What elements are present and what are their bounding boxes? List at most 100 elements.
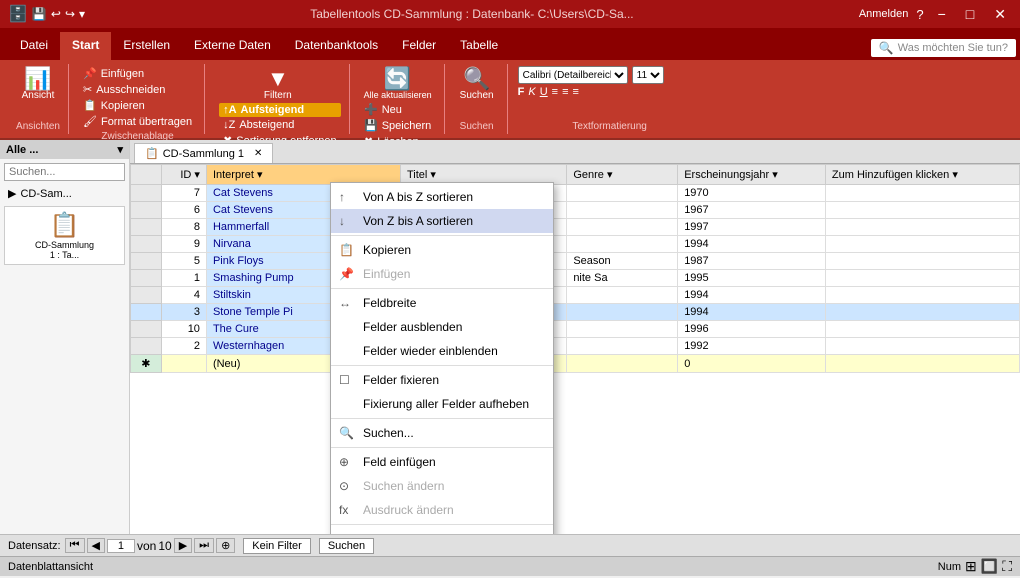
table-row[interactable]: 10The Cure1996 (131, 321, 1020, 338)
font-size-select[interactable]: 11 (632, 66, 664, 84)
tab-close-button[interactable]: ✕ (254, 148, 262, 159)
nav-dropdown-icon[interactable]: ▾ (117, 143, 123, 156)
table-row[interactable]: 6Cat Stevens1967 (131, 202, 1020, 219)
filtern-button[interactable]: ▼ Filtern (256, 66, 300, 103)
filter-button[interactable]: Kein Filter (243, 538, 311, 554)
ctx-item-insert-field[interactable]: ⊕Feld einfügen (331, 450, 553, 474)
ctx-item-rename-field[interactable]: ✎Feld umbenennen (331, 527, 553, 534)
record-current-input[interactable] (107, 539, 135, 553)
nav-last-button[interactable]: ⏭ (194, 538, 214, 553)
tab-externe-daten[interactable]: Externe Daten (182, 32, 283, 60)
ctx-item-field-width[interactable]: ↔Feldbreite (331, 291, 553, 315)
new-jahr-cell: 0 (678, 355, 826, 373)
redo-qa-button[interactable]: ↪ (65, 7, 75, 21)
ctx-label-change-search: Suchen ändern (363, 479, 444, 493)
ctx-item-sort-za[interactable]: ↓Von Z bis A sortieren (331, 209, 553, 233)
dropdown-qa-button[interactable]: ▾ (79, 7, 85, 21)
add-cell (825, 219, 1019, 236)
status-left: Datensatz: ⏮ ◀ von 10 ▶ ⏭ ⊕ (8, 538, 235, 553)
neu-button[interactable]: ➕ Neu (360, 102, 435, 117)
undo-qa-button[interactable]: ↩ (51, 7, 61, 21)
minimize-button[interactable]: − (932, 6, 952, 22)
title-bar-right: Anmelden ? − □ ✕ (859, 6, 1012, 23)
col-header-genre[interactable]: Genre ▾ (567, 165, 678, 185)
align-center-button[interactable]: ≡ (562, 86, 568, 98)
einfuegen-button[interactable]: 📌 Einfügen (79, 66, 196, 81)
italic-button[interactable]: K (528, 86, 535, 98)
ctx-item-search[interactable]: 🔍Suchen... (331, 421, 553, 445)
maximize-button[interactable]: □ (960, 6, 980, 22)
table-row[interactable]: 2Westernhagen1992 (131, 338, 1020, 355)
ribbon-search-placeholder[interactable]: Was möchten Sie tun? (898, 42, 1008, 54)
add-cell (825, 185, 1019, 202)
neu-icon: ➕ (364, 103, 378, 116)
table-row[interactable]: 3Stone Temple Pi1994 (131, 304, 1020, 321)
new-genre-cell (567, 355, 678, 373)
ctx-item-show-fields[interactable]: Felder wieder einblenden (331, 339, 553, 363)
table-row[interactable]: 7Cat Stevens1970 (131, 185, 1020, 202)
table-row[interactable]: 5Pink FloysSeason1987 (131, 253, 1020, 270)
tab-tabelle[interactable]: Tabelle (448, 32, 510, 60)
close-button[interactable]: ✕ (988, 6, 1012, 23)
suchen-button[interactable]: 🔍 Suchen (455, 66, 499, 103)
align-right-button[interactable]: ≡ (573, 86, 579, 98)
table-row[interactable]: 9Nirvana1994 (131, 236, 1020, 253)
col-header-jahr[interactable]: Erscheinungsjahr ▾ (678, 165, 826, 185)
filter-label: Kein Filter (252, 540, 302, 552)
tab-erstellen[interactable]: Erstellen (111, 32, 182, 60)
ctx-item-unfreeze-fields[interactable]: Fixierung aller Felder aufheben (331, 392, 553, 416)
bold-button[interactable]: F (518, 86, 525, 98)
search-label: Suchen (328, 540, 365, 552)
ctx-icon-search: 🔍 (339, 426, 354, 440)
ctx-item-sort-az[interactable]: ↑Von A bis Z sortieren (331, 185, 553, 209)
speichern-button[interactable]: 💾 Speichern (360, 118, 435, 133)
db-label: CD-Sammlung1 : Ta... (35, 240, 94, 260)
col-header-add[interactable]: Zum Hinzufügen klicken ▾ (825, 165, 1019, 185)
absteigend-icon: ↓Z (223, 119, 235, 131)
view-icon-pivot[interactable]: 🔲 (981, 558, 998, 575)
search-button[interactable]: Suchen (319, 538, 374, 554)
id-cell: 1 (161, 270, 206, 287)
nav-tree-item[interactable]: ▶ CD-Sam... (0, 185, 129, 202)
record-label: Datensatz: (8, 540, 61, 552)
app-icon: 🗄️ (8, 4, 28, 24)
login-button[interactable]: Anmelden (859, 8, 909, 20)
tab-cd-sammlung[interactable]: 📋 CD-Sammlung 1 ✕ (134, 143, 273, 163)
view-icon-full[interactable]: ⛶ (1002, 558, 1012, 575)
aufsteigend-button[interactable]: ↑A Aufsteigend (219, 103, 341, 117)
nav-next-button[interactable]: ▶ (174, 538, 192, 553)
ctx-item-copy[interactable]: 📋Kopieren (331, 238, 553, 262)
tab-datei[interactable]: Datei (8, 32, 60, 60)
help-button[interactable]: ? (916, 7, 923, 22)
table-row[interactable]: 1Smashing Pumpnite Sa1995 (131, 270, 1020, 287)
ctx-item-freeze-fields[interactable]: ☐Felder fixieren (331, 368, 553, 392)
nav-search-input[interactable] (4, 163, 125, 181)
absteigend-button[interactable]: ↓Z Absteigend (219, 118, 341, 132)
nav-header-label: Alle ... (6, 144, 38, 156)
nav-new-record-button[interactable]: ⊕ (216, 538, 235, 553)
table-row[interactable]: 8Hammerfall1997 (131, 219, 1020, 236)
tab-felder[interactable]: Felder (390, 32, 448, 60)
nav-prev-button[interactable]: ◀ (87, 538, 105, 553)
kopieren-button[interactable]: 📋 Kopieren (79, 98, 196, 113)
context-menu-separator (331, 235, 553, 236)
new-table-row[interactable]: ✱(Neu)0 (131, 355, 1020, 373)
add-cell (825, 321, 1019, 338)
format-button[interactable]: 🖌 Format übertragen (79, 114, 196, 129)
col-header-id[interactable]: ID ▾ (161, 165, 206, 185)
table-row[interactable]: 4Stiltskin1994 (131, 287, 1020, 304)
save-qa-button[interactable]: 💾 (32, 7, 47, 21)
ansicht-button[interactable]: 📊 Ansicht (16, 66, 60, 103)
font-family-select[interactable]: Calibri (Detailbereich) (518, 66, 628, 84)
align-left-button[interactable]: ≡ (552, 86, 558, 98)
new-row-star: ✱ (131, 355, 162, 373)
ausschneiden-button[interactable]: ✂ Ausschneiden (79, 82, 196, 97)
view-icon-datasheet[interactable]: ⊞ (965, 558, 977, 575)
tab-datenbanktools[interactable]: Datenbanktools (283, 32, 390, 60)
alle-aktualisieren-button[interactable]: 🔄 Alle aktualisieren (360, 66, 436, 102)
main-area: Alle ... ▾ ▶ CD-Sam... 📋 CD-Sammlung1 : … (0, 140, 1020, 534)
underline-button[interactable]: U (540, 86, 548, 98)
ctx-item-hide-fields[interactable]: Felder ausblenden (331, 315, 553, 339)
nav-first-button[interactable]: ⏮ (65, 538, 85, 553)
tab-start[interactable]: Start (60, 32, 111, 60)
